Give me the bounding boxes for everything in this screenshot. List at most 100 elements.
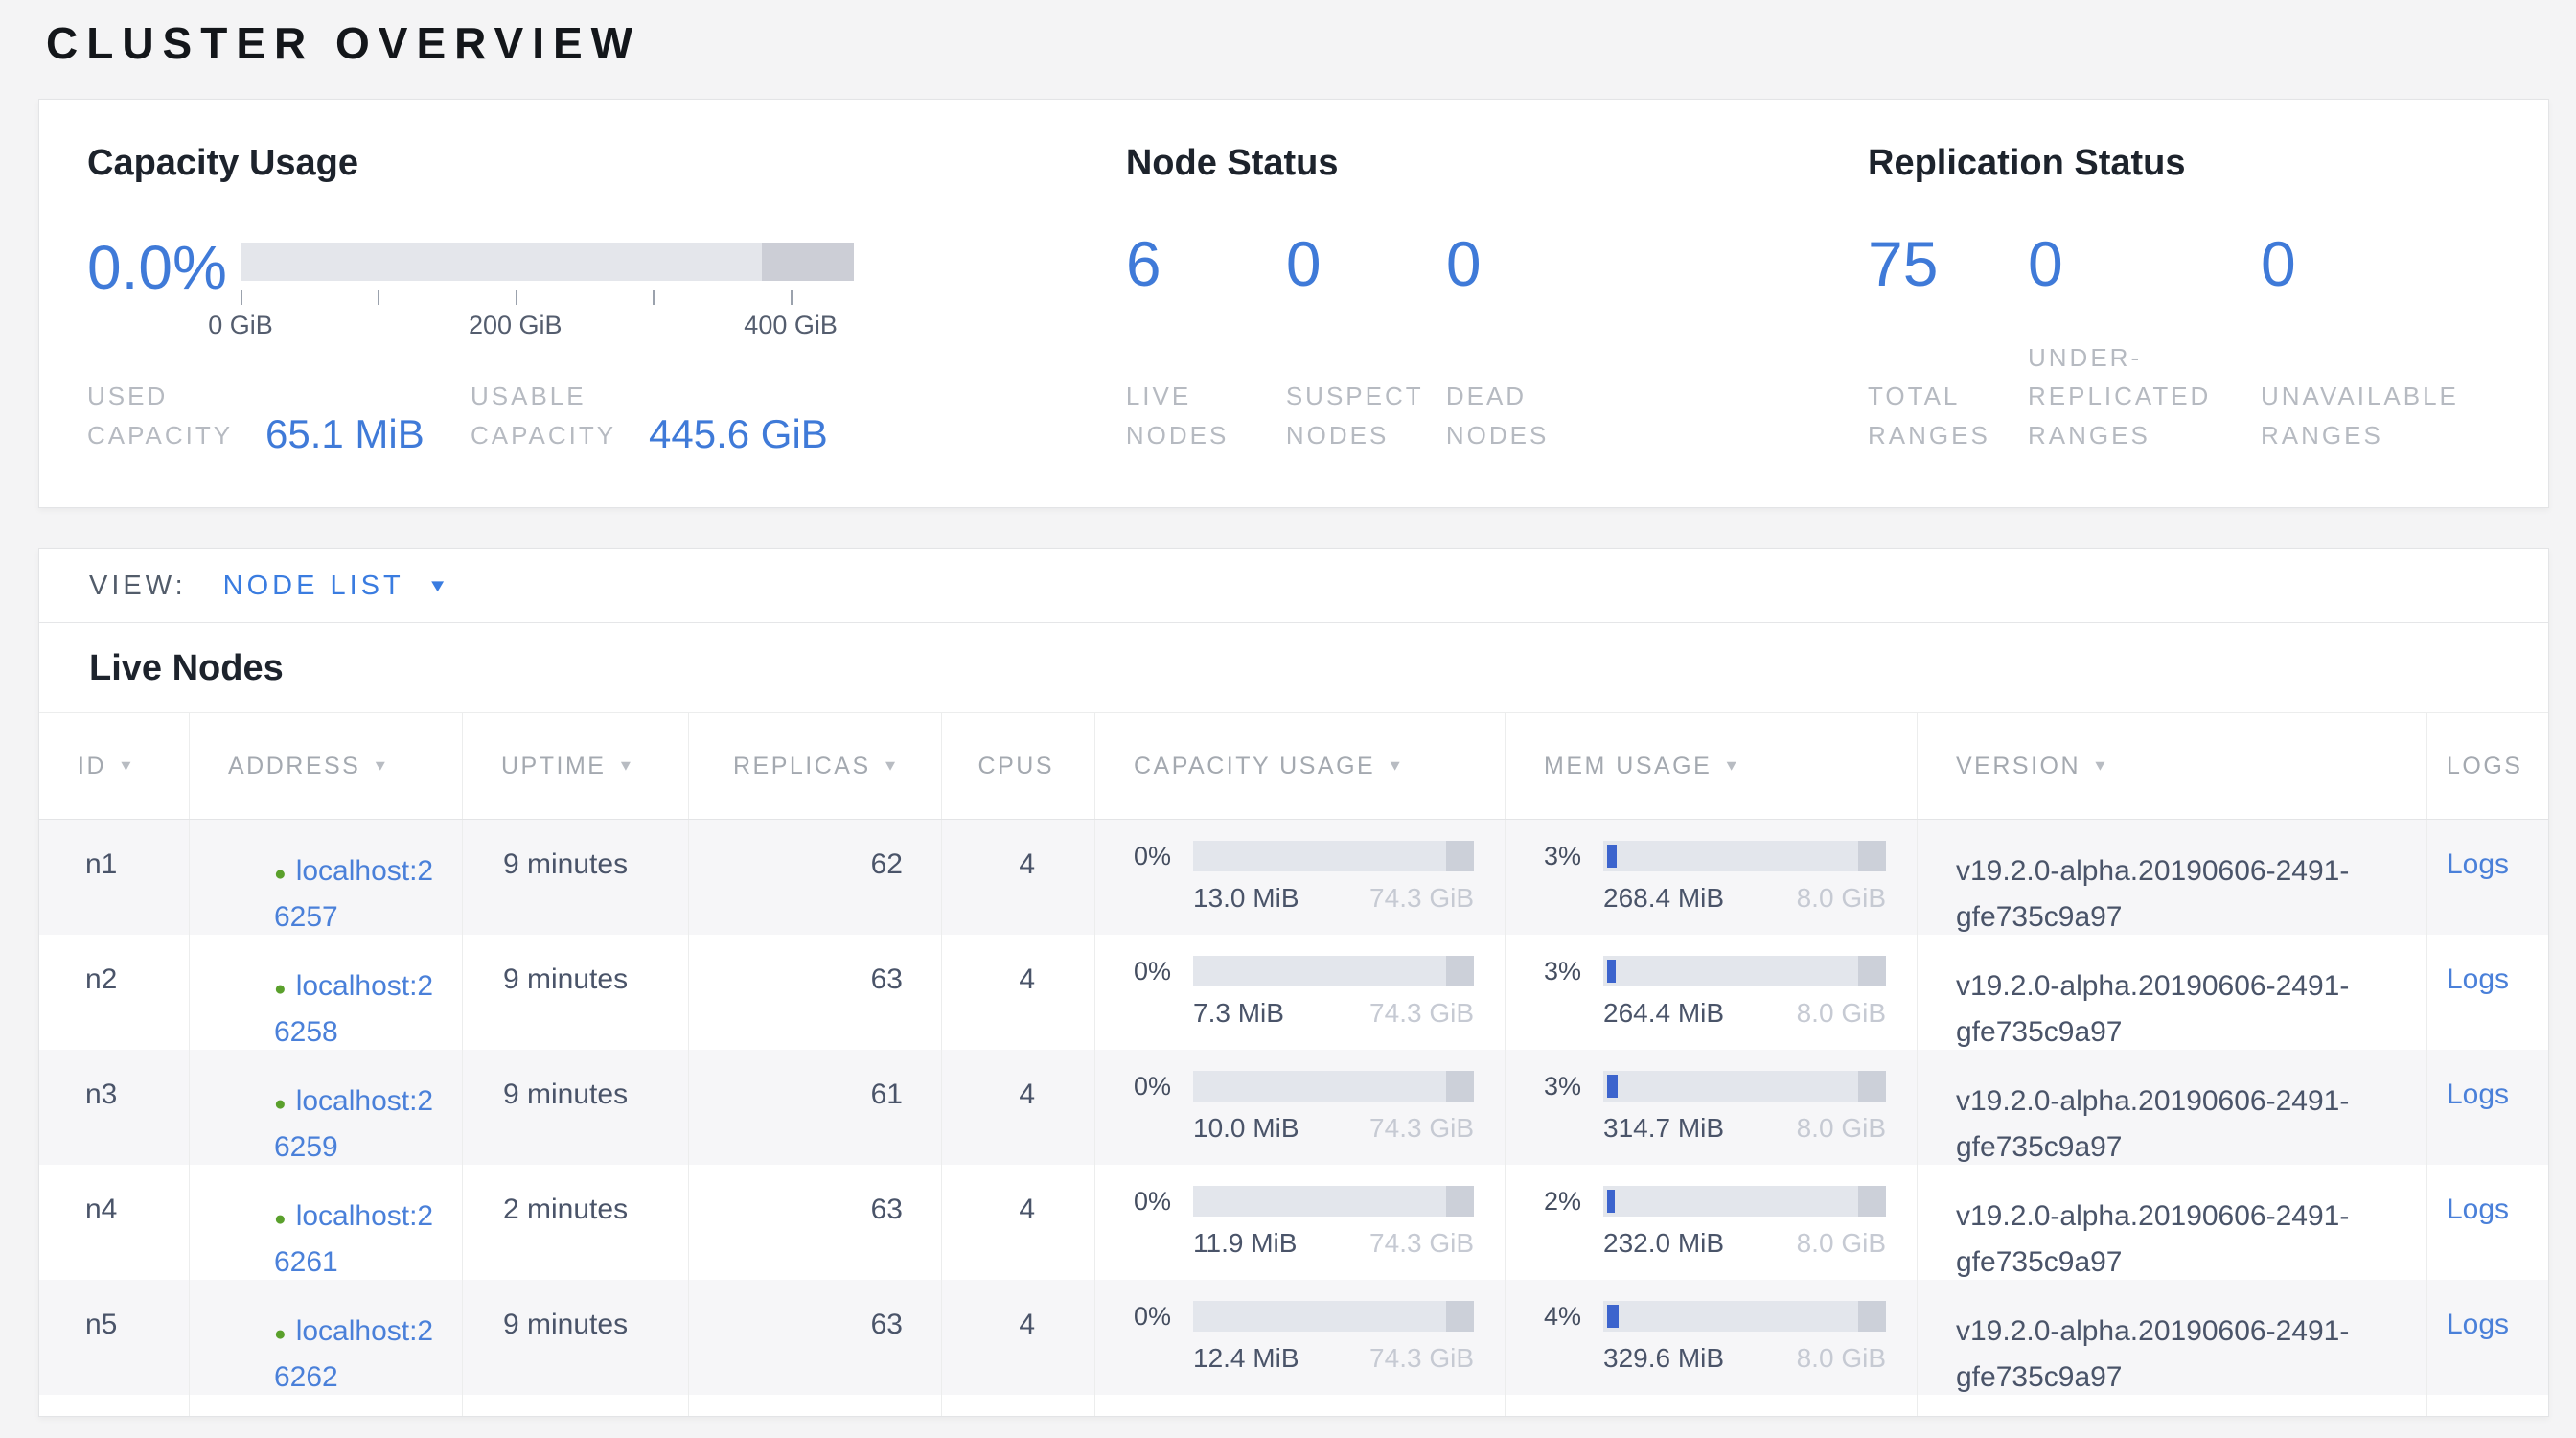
replication-status-title: Replication Status: [1868, 143, 2500, 232]
mem-percent: 4%: [1544, 1302, 1603, 1332]
column-header-cpus[interactable]: CPUS: [942, 713, 1095, 819]
node-mem-usage: 3% 314.7 MiB8.0 GiB: [1506, 1050, 1918, 1171]
column-header-logs: LOGS: [2427, 713, 2548, 819]
mem-bar: [1603, 1186, 1886, 1217]
suspect-nodes-label: SUSPECT NODES: [1286, 377, 1430, 454]
chevron-down-icon[interactable]: ▼: [427, 575, 448, 596]
node-version: v19.2.0-alpha.20190606-2491-gfe735c9a97: [1918, 820, 2427, 940]
node-cpus: 4: [942, 820, 1095, 940]
node-address-link[interactable]: localhost:26261: [274, 1200, 433, 1278]
mem-total: 8.0 GiB: [1797, 1113, 1886, 1144]
mem-percent: 3%: [1544, 957, 1603, 986]
node-capacity-usage: 0% 10.0 MiB74.3 GiB: [1095, 1050, 1506, 1171]
column-header-replicas[interactable]: REPLICAS▼: [689, 713, 942, 819]
node-uptime: 9 minutes: [463, 1280, 689, 1401]
node-cpus: 4: [942, 1280, 1095, 1401]
capacity-used: 11.9 MiB: [1193, 1228, 1297, 1259]
total-ranges-count: 75: [1868, 232, 2028, 295]
node-version: v19.2.0-alpha.20190606-2491-gfe735c9a97: [1918, 935, 2427, 1055]
used-capacity-value: 65.1 MiB: [265, 414, 425, 454]
node-address-link[interactable]: localhost:26259: [274, 1085, 433, 1163]
node-address-link[interactable]: localhost:26258: [274, 970, 433, 1048]
node-mem-usage: 3% 264.4 MiB8.0 GiB: [1506, 935, 1918, 1055]
node-logs-cell: Logs: [2427, 820, 2548, 940]
node-logs-cell: Logs: [2427, 935, 2548, 1055]
mem-percent: 2%: [1544, 1187, 1603, 1217]
mem-total: 8.0 GiB: [1797, 883, 1886, 914]
dead-nodes-label: DEAD NODES: [1446, 377, 1590, 454]
mem-bar: [1603, 1301, 1886, 1332]
used-capacity-label: USED CAPACITY: [87, 377, 252, 454]
dead-nodes-count: 0: [1446, 232, 1606, 295]
node-version: v19.2.0-alpha.20190606-2491-gfe735c9a97: [1918, 1165, 2427, 1286]
column-header-capacity-usage[interactable]: CAPACITY USAGE▼: [1095, 713, 1506, 819]
capacity-total: 74.3 GiB: [1369, 1228, 1474, 1259]
logs-link[interactable]: Logs: [2447, 963, 2509, 995]
column-header-uptime[interactable]: UPTIME▼: [463, 713, 689, 819]
mem-used: 268.4 MiB: [1603, 883, 1724, 914]
suspect-nodes-stat: 0 SUSPECT NODES: [1286, 232, 1446, 454]
capacity-bar: [1193, 1301, 1474, 1332]
view-label: VIEW:: [89, 570, 187, 602]
table-row: n5 ●localhost:26262 9 minutes 63 4 0% 12…: [39, 1280, 2548, 1395]
usable-capacity-value: 445.6 GiB: [649, 414, 828, 454]
usable-capacity-stat: USABLE CAPACITY 445.6 GiB: [471, 377, 828, 454]
node-uptime: 9 minutes: [463, 935, 689, 1055]
mem-percent: 3%: [1544, 1072, 1603, 1102]
under-replicated-label: UNDER-REPLICATED RANGES: [2028, 338, 2224, 454]
node-address-cell: ●localhost:26258: [190, 935, 463, 1055]
column-header-address[interactable]: ADDRESS▼: [190, 713, 463, 819]
node-cpus: 4: [942, 1165, 1095, 1286]
usable-capacity-label: USABLE CAPACITY: [471, 377, 635, 454]
capacity-bar: [1193, 841, 1474, 871]
axis-label-200gib: 200 GiB: [469, 311, 563, 340]
table-header-row: ID▼ ADDRESS▼ UPTIME▼ REPLICAS▼ CPUS CAPA…: [39, 712, 2548, 820]
unavailable-ranges-label: UNAVAILABLE RANGES: [2261, 377, 2500, 454]
mem-bar: [1603, 1071, 1886, 1102]
mem-total: 8.0 GiB: [1797, 1343, 1886, 1374]
node-logs-cell: Logs: [2427, 1050, 2548, 1171]
table-row: n2 ●localhost:26258 9 minutes 63 4 0% 7.…: [39, 935, 2548, 1050]
mem-bar-fill: [1607, 1075, 1618, 1098]
node-capacity-usage: 0% 12.4 MiB74.3 GiB: [1095, 1280, 1506, 1401]
node-replicas: 63: [689, 935, 942, 1055]
mem-bar: [1603, 956, 1886, 986]
view-selected-value[interactable]: NODE LIST: [223, 570, 404, 602]
table-row: n4 ●localhost:26261 2 minutes 63 4 0% 11…: [39, 1165, 2548, 1280]
node-id: n3: [39, 1050, 190, 1171]
column-header-version[interactable]: VERSION▼: [1918, 713, 2427, 819]
capacity-total: 74.3 GiB: [1369, 1343, 1474, 1374]
node-address-link[interactable]: localhost:26262: [274, 1315, 433, 1393]
logs-link[interactable]: Logs: [2447, 1078, 2509, 1110]
view-bar: VIEW: NODE LIST ▼: [39, 549, 2548, 623]
logs-link[interactable]: Logs: [2447, 848, 2509, 880]
sort-arrow-icon: ▼: [617, 757, 635, 775]
capacity-usage-section: Capacity Usage 0.0% 0 GiB: [87, 143, 1126, 454]
capacity-bar: [1193, 956, 1474, 986]
capacity-used: 7.3 MiB: [1193, 998, 1284, 1029]
mem-bar-fill: [1607, 1190, 1615, 1213]
mem-bar-fill: [1607, 960, 1616, 983]
page-title: CLUSTER OVERVIEW: [46, 17, 641, 69]
live-status-dot-icon: ●: [274, 1093, 287, 1115]
capacity-usage-bar: [241, 243, 854, 281]
replication-status-section: Replication Status 75 TOTAL RANGES 0 UND…: [1868, 143, 2500, 454]
node-status-section: Node Status 6 LIVE NODES 0 SUSPECT NODES…: [1126, 143, 1868, 454]
view-selector-dropdown[interactable]: NODE LIST ▼: [223, 570, 448, 602]
cluster-overview-page: CLUSTER OVERVIEW Capacity Usage 0.0%: [0, 0, 2576, 1438]
node-mem-usage: 3% 268.4 MiB8.0 GiB: [1506, 820, 1918, 940]
column-header-id[interactable]: ID▼: [39, 713, 190, 819]
node-cpus: 4: [942, 1050, 1095, 1171]
logs-link[interactable]: Logs: [2447, 1194, 2509, 1225]
node-mem-usage: 2% 232.0 MiB8.0 GiB: [1506, 1165, 1918, 1286]
node-replicas: 63: [689, 1280, 942, 1401]
capacity-bar-reserved-segment: [762, 243, 854, 281]
column-header-mem-usage[interactable]: MEM USAGE▼: [1506, 713, 1918, 819]
under-replicated-count: 0: [2028, 232, 2261, 295]
node-uptime: 9 minutes: [463, 1050, 689, 1171]
capacity-bar: [1193, 1186, 1474, 1217]
mem-used: 264.4 MiB: [1603, 998, 1724, 1029]
logs-link[interactable]: Logs: [2447, 1309, 2509, 1340]
node-address-link[interactable]: localhost:26257: [274, 855, 433, 933]
node-replicas: 63: [689, 1165, 942, 1286]
